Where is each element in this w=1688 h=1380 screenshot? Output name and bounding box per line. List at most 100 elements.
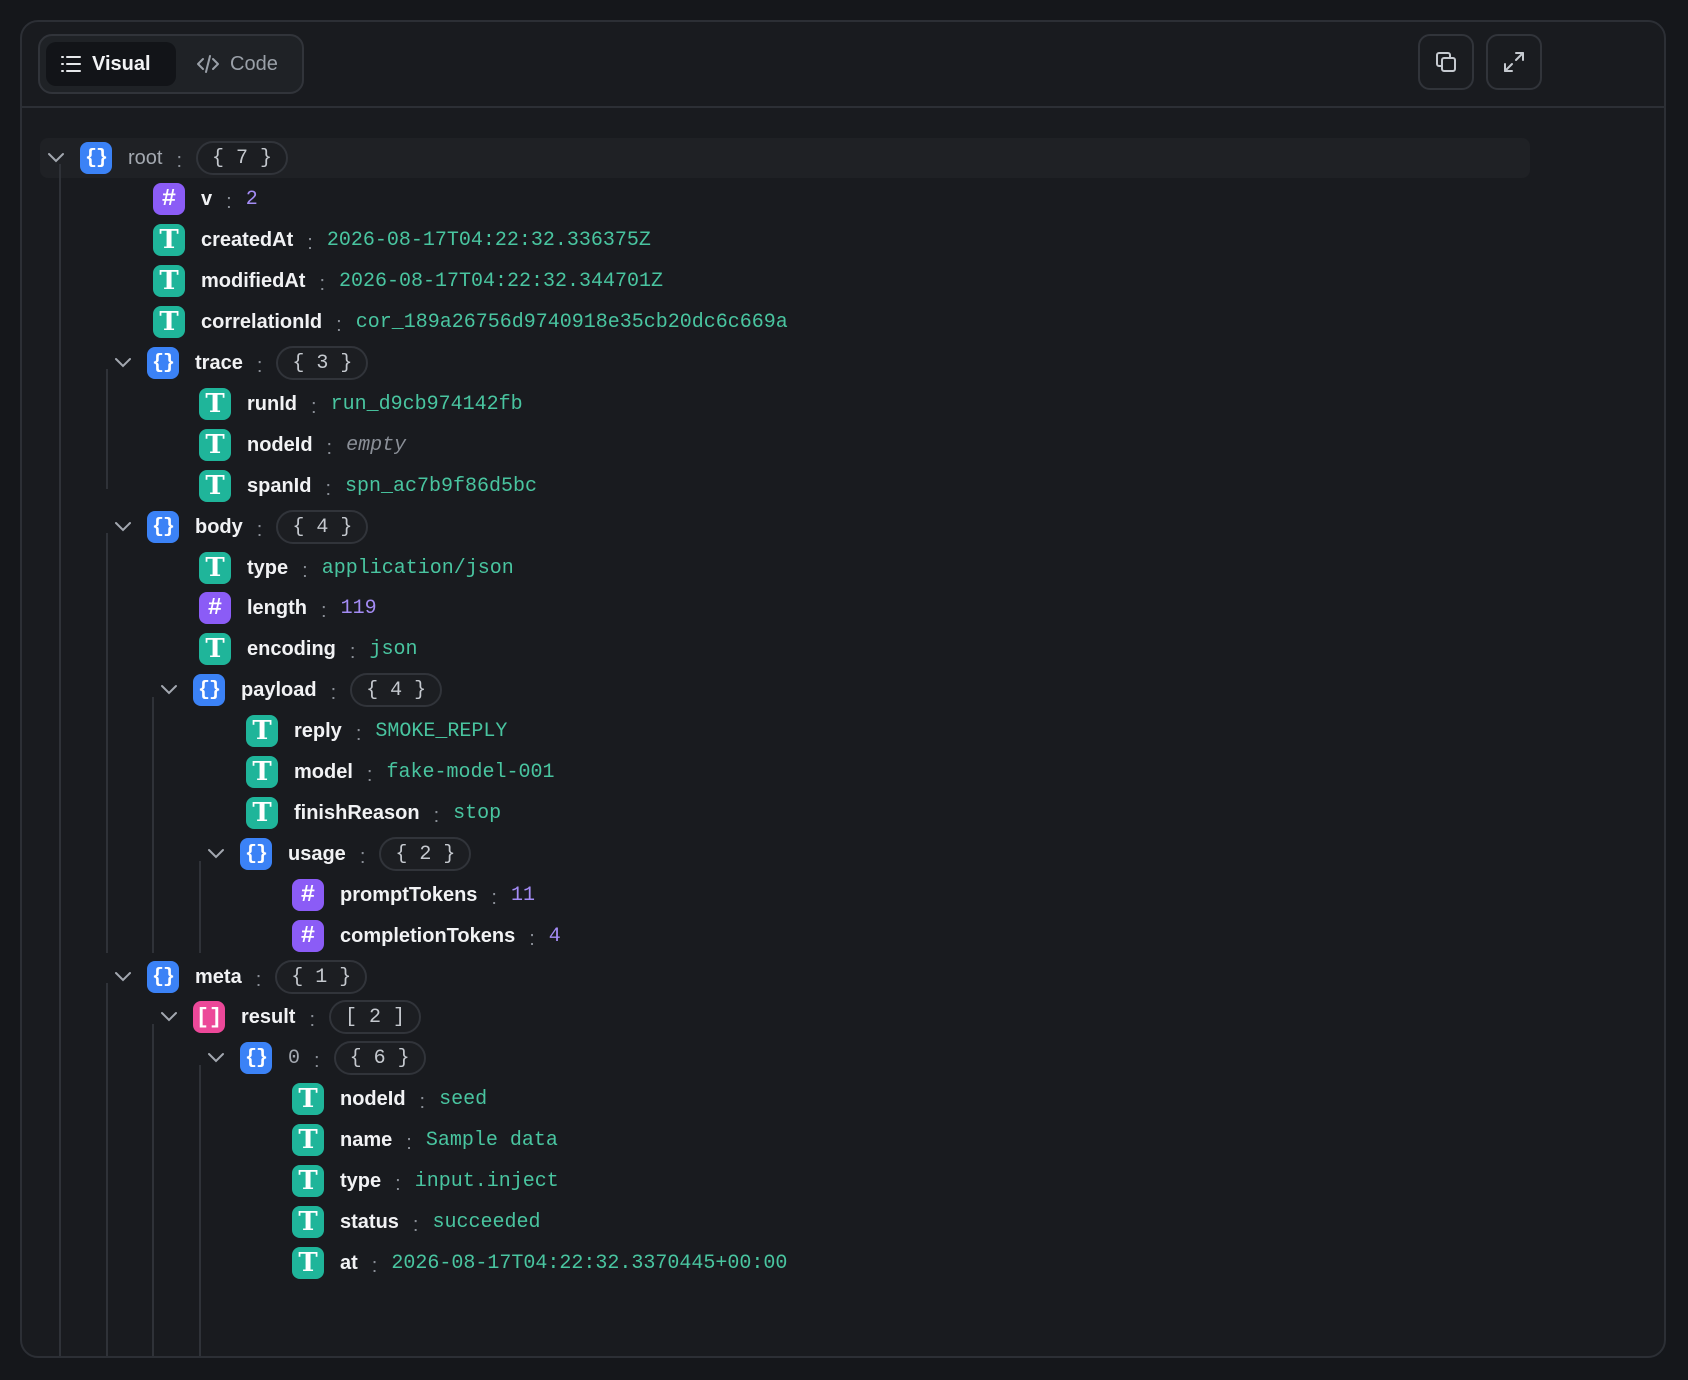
copy-button[interactable] [1418, 34, 1474, 90]
node-key: name [340, 1128, 393, 1151]
node-value: json [369, 637, 418, 661]
separator: : [314, 1049, 320, 1072]
node-value: 2 [245, 187, 258, 211]
node-key: spanId [247, 474, 312, 497]
separator: : [406, 1131, 412, 1154]
node-key: meta [195, 965, 242, 988]
number-type-icon: # [153, 183, 185, 215]
child-count-badge: [ 2 ] [329, 1000, 422, 1034]
tab-visual[interactable]: Visual [46, 42, 176, 86]
separator: : [336, 313, 342, 336]
node-value: 4 [548, 924, 561, 948]
guide-line [199, 1065, 201, 1356]
collapse-toggle[interactable] [40, 137, 72, 179]
collapse-toggle[interactable] [107, 342, 139, 384]
tree-node-name: T name : Sample data [292, 1119, 558, 1161]
child-count-badge: { 1 } [275, 960, 368, 994]
separator: : [395, 1172, 401, 1195]
node-key: usage [288, 842, 346, 865]
tree-node-modifiedAt: T modifiedAt : 2026-08-17T04:22:32.34470… [153, 260, 663, 302]
separator: : [309, 1008, 316, 1031]
node-value: run_d9cb974142fb [330, 392, 523, 416]
expand-button[interactable] [1486, 34, 1542, 90]
node-value: input.inject [414, 1169, 559, 1193]
number-type-icon: # [292, 920, 324, 952]
tree-node-encoding: T encoding : json [199, 628, 417, 670]
collapse-toggle[interactable] [153, 996, 185, 1038]
chevron-down-icon [161, 685, 177, 695]
chevron-down-icon [208, 849, 224, 859]
separator: : [319, 272, 325, 295]
node-key: status [340, 1210, 399, 1233]
node-key: encoding [247, 637, 336, 660]
node-value: application/json [321, 556, 514, 580]
tree-node-reply: T reply : SMOKE_REPLY [246, 710, 507, 752]
tree-node-at: T at : 2026-08-17T04:22:32.3370445+00:00 [292, 1242, 787, 1284]
string-type-icon: T [199, 633, 231, 665]
guide-line [152, 697, 154, 953]
string-type-icon: T [292, 1247, 324, 1279]
object-type-icon: {} [147, 347, 179, 379]
child-count-badge: { 7 } [196, 141, 289, 175]
separator: : [311, 395, 317, 418]
node-key: payload [241, 678, 317, 701]
node-value: 119 [340, 596, 377, 620]
node-value: seed [439, 1087, 488, 1111]
tree-node-status: T status : succeeded [292, 1201, 541, 1243]
toolbar: Visual Code [22, 22, 1664, 108]
object-type-icon: {} [147, 511, 179, 543]
separator: : [412, 1213, 419, 1236]
node-key: createdAt [201, 228, 294, 251]
tree-node-length: # length : 119 [199, 587, 377, 629]
string-type-icon: T [153, 306, 185, 338]
tree-node-spanId: T spanId : spn_ac7b9f86d5bc [199, 465, 537, 507]
object-type-icon: {} [147, 961, 179, 993]
separator: : [256, 354, 263, 377]
guide-line [152, 1024, 154, 1356]
collapse-toggle[interactable] [107, 506, 139, 548]
node-value-empty: empty [346, 433, 407, 457]
view-mode-toggle: Visual Code [38, 34, 304, 94]
node-key: length [247, 596, 307, 619]
guide-line [106, 983, 108, 1356]
node-index: 0 [288, 1046, 301, 1070]
tree-node-completionTokens: # completionTokens : 4 [292, 915, 561, 957]
node-value: 11 [510, 883, 535, 907]
child-count-badge: { 4 } [276, 510, 369, 544]
string-type-icon: T [292, 1206, 324, 1238]
separator: : [419, 1090, 426, 1113]
node-key: promptTokens [340, 883, 478, 906]
string-type-icon: T [246, 756, 278, 788]
node-key: model [294, 760, 353, 783]
node-key: at [340, 1251, 358, 1274]
tree-node-root: {} root : { 7 } [40, 137, 289, 179]
tree-node-createdAt: T createdAt : 2026-08-17T04:22:32.336375… [153, 219, 651, 261]
tree-node-payload: {} payload : { 4 } [153, 669, 443, 711]
json-tree: {} root : { 7 } # v : 2 T createdAt : 20… [22, 106, 1664, 1356]
node-key: trace [195, 351, 243, 374]
tree-node-type: T type : application/json [199, 547, 514, 589]
node-key: root [128, 146, 163, 169]
tree-node-promptTokens: # promptTokens : 11 [292, 874, 535, 916]
json-viewer-panel: Visual Code {} root: {7} # v: 2 T cr… [20, 20, 1666, 1358]
collapse-toggle[interactable] [200, 1037, 232, 1079]
tree-node-v: # v : 2 [153, 178, 258, 220]
tab-code[interactable]: Code [182, 42, 298, 86]
node-value: 2026-08-17T04:22:32.336375Z [326, 228, 651, 252]
string-type-icon: T [199, 388, 231, 420]
string-type-icon: T [199, 552, 231, 584]
string-type-icon: T [153, 224, 185, 256]
guide-line [59, 164, 61, 1356]
chevron-down-icon [208, 1053, 224, 1063]
separator: : [256, 518, 263, 541]
chevron-down-icon [115, 972, 131, 982]
collapse-toggle[interactable] [153, 669, 185, 711]
child-count-badge: { 2 } [379, 837, 472, 871]
copy-icon [1436, 52, 1456, 72]
separator: : [321, 599, 327, 622]
collapse-toggle[interactable] [200, 833, 232, 875]
separator: : [302, 559, 308, 582]
collapse-toggle[interactable] [107, 956, 139, 998]
node-key: modifiedAt [201, 269, 306, 292]
node-key: runId [247, 392, 297, 415]
